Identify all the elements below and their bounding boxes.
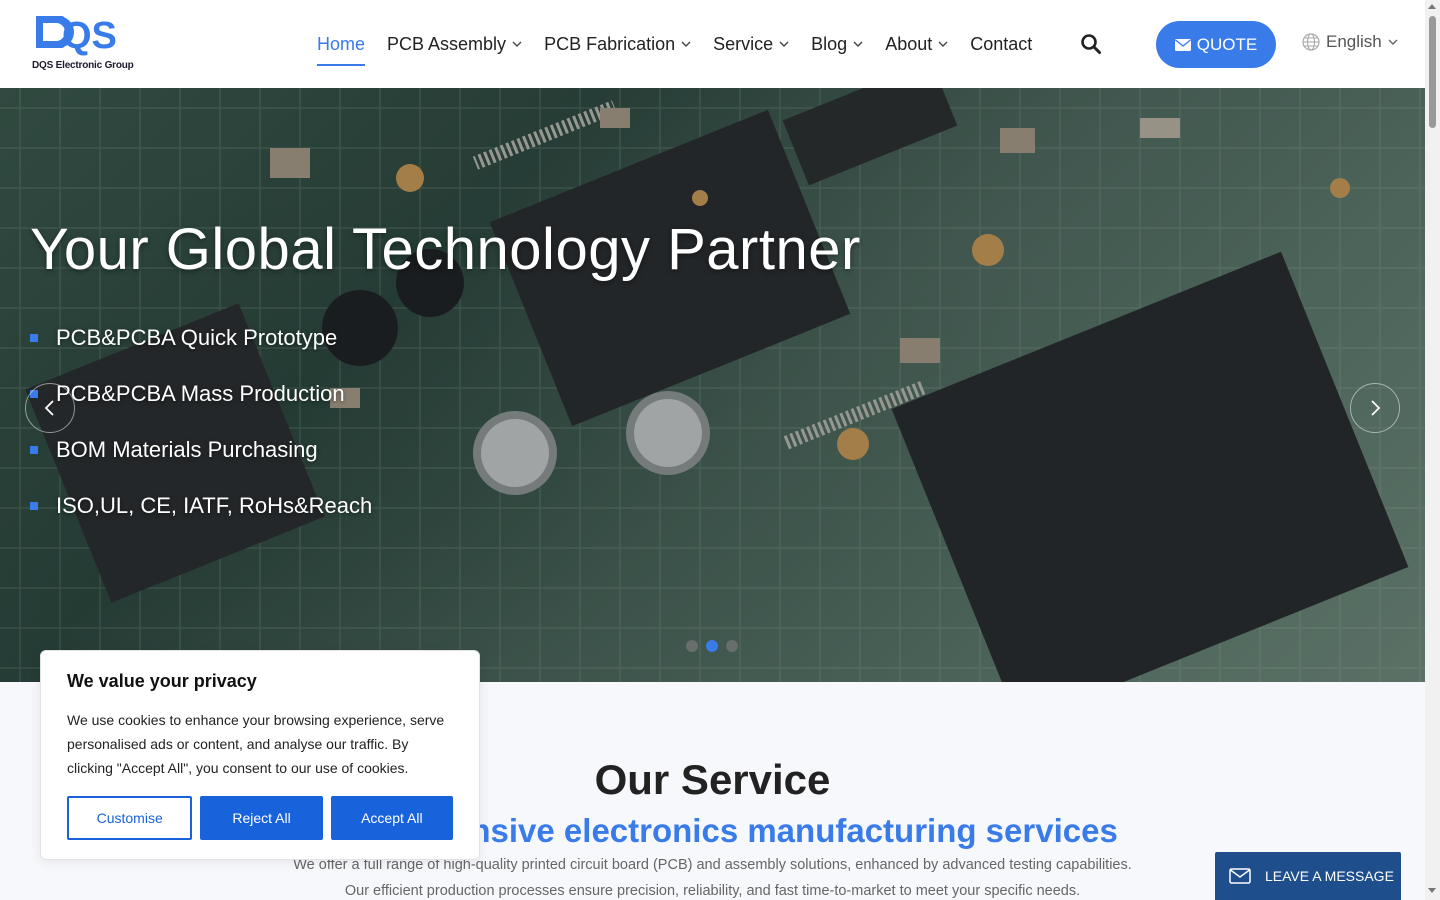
cookie-consent-banner: We value your privacy We use cookies to … [40, 650, 480, 860]
bullet-square-icon [30, 334, 38, 342]
scroll-up-arrow-icon[interactable] [1428, 4, 1436, 9]
nav-pcb-fabrication[interactable]: PCB Fabrication [544, 0, 691, 88]
language-selector[interactable]: English [1302, 32, 1398, 52]
nav-contact[interactable]: Contact [970, 0, 1032, 88]
hero-feature-item: BOM Materials Purchasing [30, 422, 372, 478]
main-nav: Home PCB Assembly PCB Fabrication Servic… [317, 0, 1054, 88]
logo-caption: DQS Electronic Group [32, 60, 134, 71]
envelope-icon [1229, 868, 1251, 884]
slider-dot[interactable] [686, 640, 698, 652]
search-button[interactable] [1080, 33, 1102, 55]
slider-dot-active[interactable] [706, 640, 718, 652]
hero-feature-label: ISO,UL, CE, IATF, RoHs&Reach [56, 493, 373, 518]
bullet-square-icon [30, 446, 38, 454]
leave-message-button[interactable]: LEAVE A MESSAGE [1215, 852, 1401, 900]
search-icon [1081, 34, 1101, 54]
nav-pcb-fabrication-label: PCB Fabrication [544, 33, 676, 54]
leave-message-label: LEAVE A MESSAGE [1265, 868, 1394, 884]
nav-home-label: Home [317, 33, 366, 54]
chevron-down-icon [1388, 39, 1398, 45]
hero-feature-label: PCB&PCBA Mass Production [56, 381, 345, 406]
hero-slider: Your Global Technology Partner PCB&PCBA … [0, 88, 1425, 682]
hero-feature-item: PCB&PCBA Quick Prototype [30, 310, 372, 366]
logo-mark: QS [36, 15, 117, 57]
quote-button[interactable]: QUOTE [1156, 21, 1276, 68]
hero-feature-item: PCB&PCBA Mass Production [30, 366, 372, 422]
customise-button[interactable]: Customise [67, 796, 193, 840]
logo-letters: QS [62, 15, 117, 56]
chevron-down-icon [512, 41, 522, 47]
nav-home[interactable]: Home [317, 0, 366, 88]
chevron-down-icon [938, 41, 948, 47]
nav-blog[interactable]: Blog [811, 0, 863, 88]
nav-blog-label: Blog [811, 33, 848, 54]
site-header: QS DQS Electronic Group Home PCB Assembl… [0, 0, 1425, 88]
chevron-down-icon [681, 41, 691, 47]
accept-all-button[interactable]: Accept All [330, 796, 453, 840]
slider-prev-button[interactable] [25, 383, 75, 433]
cookie-text: We use cookies to enhance your browsing … [67, 712, 445, 776]
page-scrollbar[interactable] [1425, 0, 1440, 900]
nav-service-label: Service [713, 33, 774, 54]
quote-label: QUOTE [1196, 34, 1258, 54]
scrollbar-thumb[interactable] [1429, 16, 1436, 128]
hero-feature-label: PCB&PCBA Quick Prototype [56, 325, 338, 350]
reject-all-button[interactable]: Reject All [200, 796, 323, 840]
cookie-buttons: Customise Reject All Accept All [67, 796, 453, 840]
scroll-down-arrow-icon[interactable] [1428, 888, 1436, 893]
language-label: English [1326, 32, 1382, 51]
chevron-down-icon [853, 41, 863, 47]
hero-feature-list: PCB&PCBA Quick Prototype PCB&PCBA Mass P… [30, 310, 372, 534]
hero-feature-item: ISO,UL, CE, IATF, RoHs&Reach [30, 478, 372, 534]
nav-contact-label: Contact [970, 33, 1033, 54]
hero-title: Your Global Technology Partner [30, 217, 861, 282]
globe-icon [1302, 33, 1320, 51]
nav-about[interactable]: About [885, 0, 948, 88]
chevron-left-icon [44, 400, 54, 416]
chevron-right-icon [1371, 400, 1381, 416]
logo[interactable]: QS DQS Electronic Group [32, 12, 134, 74]
chevron-down-icon [779, 41, 789, 47]
nav-about-label: About [885, 33, 933, 54]
slider-pagination [686, 640, 738, 652]
nav-pcb-assembly[interactable]: PCB Assembly [387, 0, 522, 88]
slider-dot[interactable] [726, 640, 738, 652]
nav-pcb-assembly-label: PCB Assembly [387, 33, 507, 54]
nav-service[interactable]: Service [713, 0, 789, 88]
envelope-icon [1174, 38, 1191, 51]
hero-feature-label: BOM Materials Purchasing [56, 437, 318, 462]
slider-next-button[interactable] [1350, 383, 1400, 433]
cookie-title: We value your privacy [67, 671, 257, 691]
bullet-square-icon [30, 502, 38, 510]
